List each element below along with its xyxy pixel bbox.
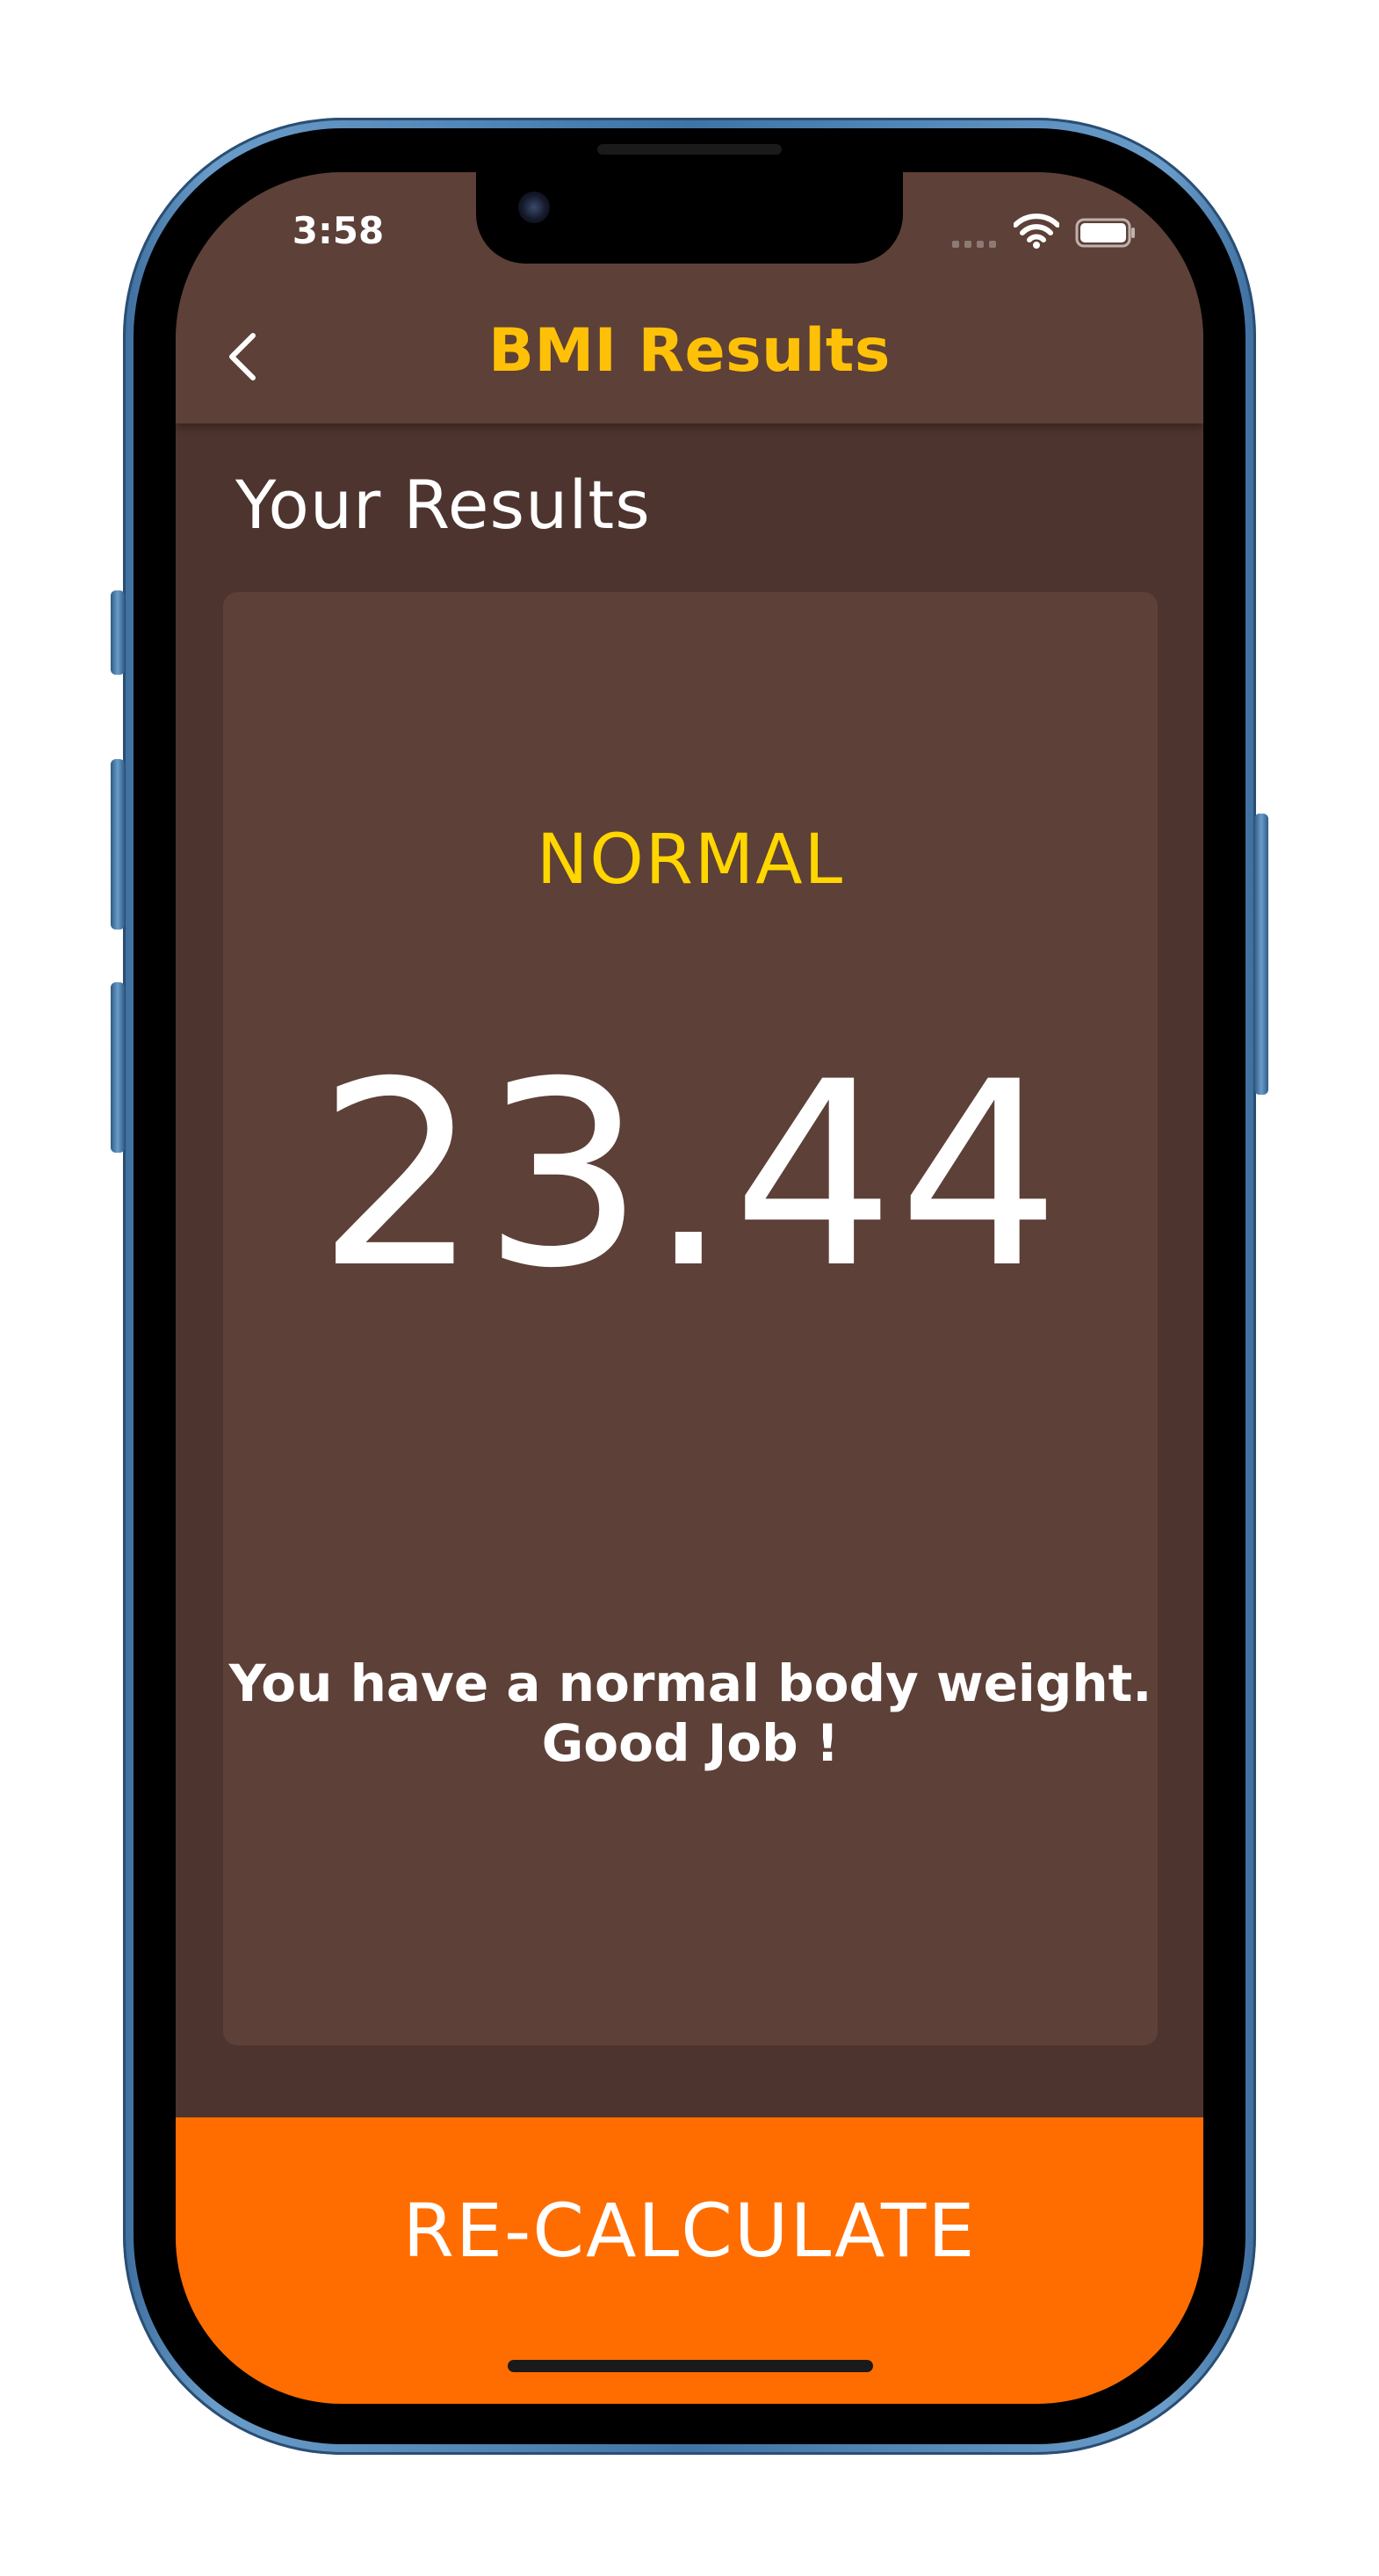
screen: 3:58 BMI Results Your Results NORMAL 23.… [176, 172, 1203, 2404]
recalculate-label: RE-CALCULATE [402, 2188, 977, 2274]
status-time: 3:58 [292, 209, 385, 252]
section-title: Your Results [235, 466, 651, 544]
volume-down-button [111, 982, 125, 1153]
result-message: You have a normal body weight. Good Job … [223, 1653, 1158, 1774]
battery-icon [1075, 218, 1135, 248]
cellular-signal-icon [952, 241, 996, 248]
bmi-value: 23.44 [316, 1028, 1065, 1324]
speaker-grill [597, 144, 782, 155]
back-button[interactable] [207, 322, 278, 392]
volume-up-button [111, 759, 125, 930]
notch [476, 172, 903, 264]
wifi-icon [1014, 213, 1059, 249]
power-button [1254, 814, 1268, 1095]
result-status: NORMAL [536, 821, 845, 900]
silent-switch [111, 590, 125, 675]
page-title: BMI Results [488, 316, 891, 386]
chevron-left-icon [229, 333, 256, 380]
front-camera-icon [518, 192, 550, 223]
result-card: NORMAL 23.44 You have a normal body weig… [223, 592, 1158, 2045]
result-message-line1: You have a normal body weight. [228, 1653, 1152, 1713]
home-indicator[interactable] [508, 2360, 873, 2372]
result-message-line2: Good Job ! [541, 1713, 840, 1774]
